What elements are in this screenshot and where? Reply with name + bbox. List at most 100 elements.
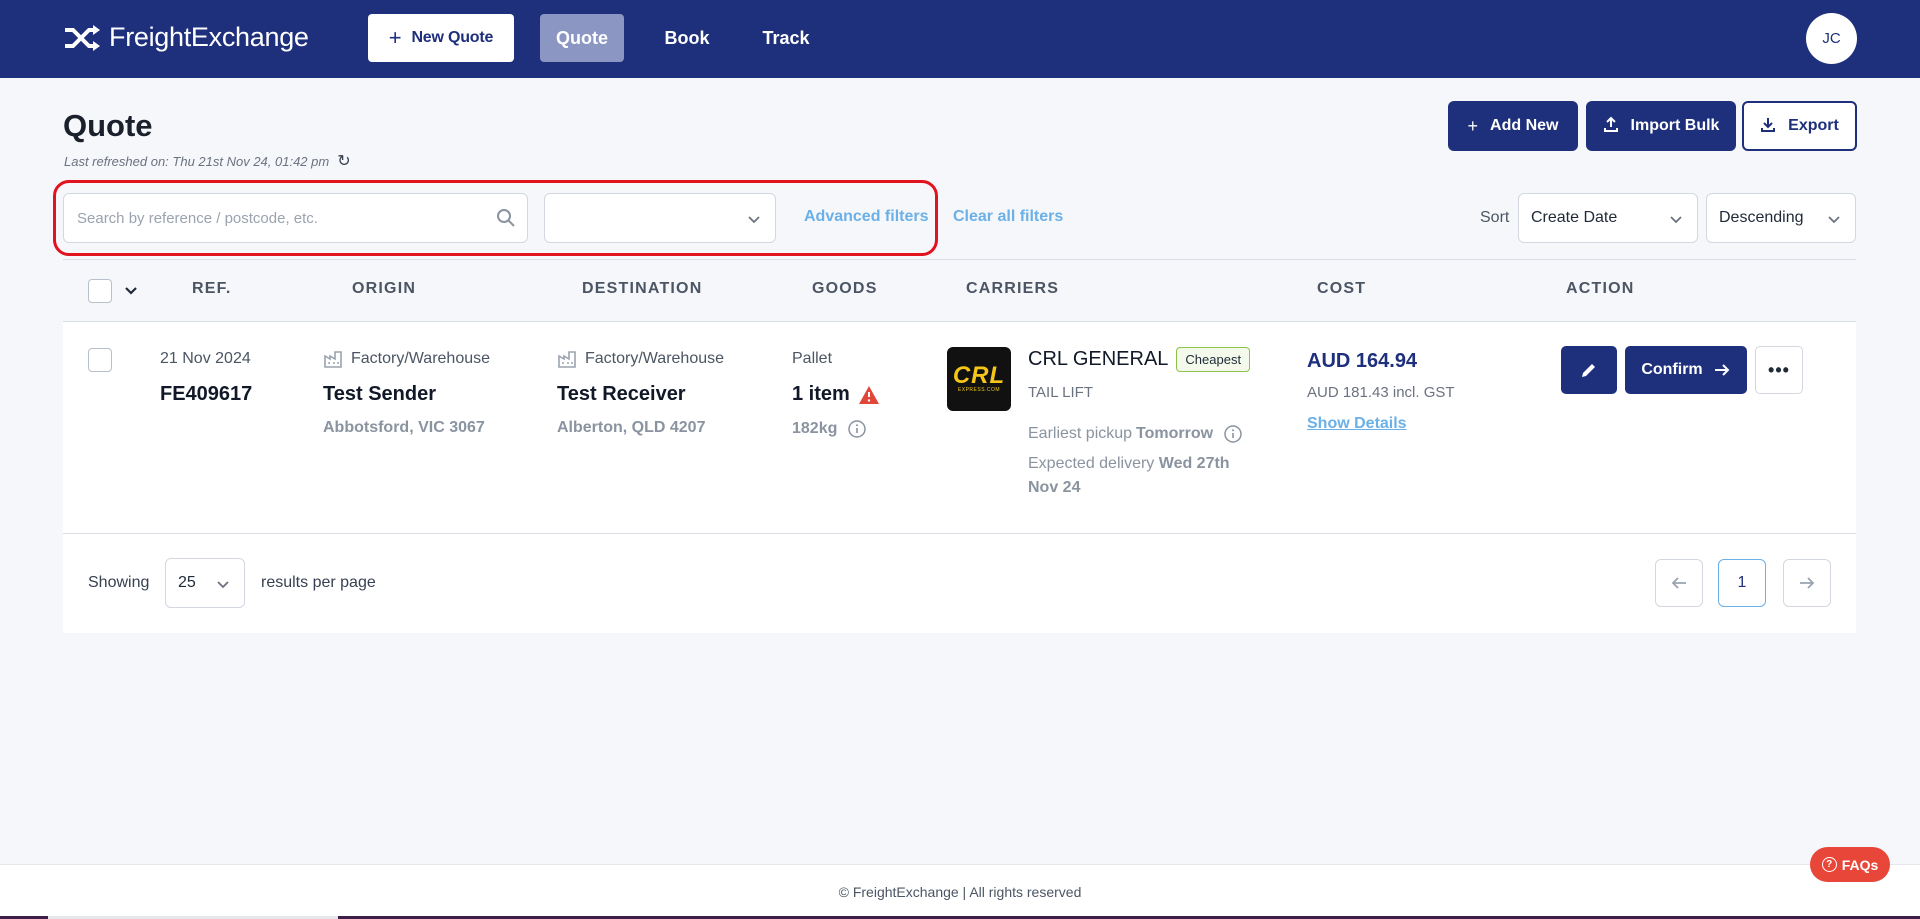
export-label: Export: [1788, 117, 1839, 134]
chevron-down-icon: [217, 581, 229, 589]
origin-name: Test Sender: [323, 383, 436, 405]
faqs-label: FAQs: [1841, 856, 1879, 873]
arrow-right-icon: [1800, 577, 1815, 589]
search-input[interactable]: [64, 194, 464, 242]
column-ref[interactable]: REF.: [192, 280, 231, 298]
tab-book[interactable]: Book: [645, 14, 729, 62]
goods-items: 1 item: [792, 383, 880, 406]
cost-price: AUD 164.94: [1307, 350, 1418, 372]
search-icon[interactable]: [495, 207, 517, 229]
earliest-pickup-label: Earliest pickup: [1028, 425, 1133, 442]
goods-weight: 182kg: [792, 419, 867, 439]
import-bulk-button[interactable]: Import Bulk: [1586, 101, 1736, 151]
chevron-down-icon: [1828, 216, 1840, 224]
prev-page-button[interactable]: [1655, 559, 1703, 607]
tab-quote[interactable]: Quote: [540, 14, 624, 62]
sort-by-select[interactable]: Create Date: [1518, 193, 1698, 243]
confirm-button[interactable]: Confirm: [1625, 346, 1747, 394]
carrier-logo: CRL EXPRESS.COM: [947, 347, 1011, 411]
per-page-suffix: results per page: [261, 574, 376, 591]
column-goods: GOODS: [812, 280, 878, 297]
sort-by-value: Create Date: [1531, 209, 1618, 226]
arrow-left-icon: [1671, 577, 1686, 589]
top-navbar: FreightExchange + New Quote Quote Book T…: [0, 0, 1920, 78]
refresh-icon[interactable]: ↻: [337, 151, 350, 171]
per-page-select[interactable]: 25: [165, 558, 245, 608]
page-1-button[interactable]: 1: [1718, 559, 1766, 607]
sort-label: Sort: [1480, 209, 1510, 226]
chevron-down-icon: [748, 216, 760, 224]
expected-delivery: Expected delivery Wed 27th Nov 24: [1028, 452, 1230, 500]
destination-type: Factory/Warehouse: [557, 349, 724, 369]
copyright-text: © FreightExchange | All rights reserved: [838, 884, 1082, 900]
table-row: 21 Nov 2024 FE409617 Factory/Warehouse T…: [63, 322, 1856, 534]
show-details-link[interactable]: Show Details: [1307, 415, 1407, 433]
new-quote-button[interactable]: + New Quote: [368, 14, 514, 62]
expected-delivery-date: Wed 27th: [1158, 455, 1230, 472]
import-bulk-label: Import Bulk: [1630, 117, 1720, 134]
origin-location: Abbotsford, VIC 3067: [323, 419, 485, 436]
goods-weight-value: 182kg: [792, 420, 838, 437]
help-icon: ?: [1821, 857, 1837, 872]
destination-name: Test Receiver: [557, 383, 686, 405]
per-page-value: 25: [178, 574, 196, 591]
export-button[interactable]: Export: [1742, 101, 1857, 151]
sort-order-value: Descending: [1719, 209, 1804, 226]
new-quote-label: New Quote: [411, 29, 494, 46]
tab-track[interactable]: Track: [744, 14, 828, 62]
pencil-icon: [1582, 364, 1595, 377]
destination-location: Alberton, QLD 4207: [557, 419, 706, 436]
factory-icon: [324, 351, 342, 368]
search-field[interactable]: [63, 193, 528, 243]
goods-items-count: 1 item: [792, 383, 850, 405]
info-icon[interactable]: [1223, 424, 1243, 444]
user-avatar[interactable]: JC: [1806, 13, 1857, 64]
row-checkbox[interactable]: [88, 348, 112, 372]
download-icon: [1760, 116, 1776, 137]
more-options-button[interactable]: •••: [1755, 346, 1803, 394]
next-page-button[interactable]: [1783, 559, 1831, 607]
last-refreshed-text: Last refreshed on: Thu 21st Nov 24, 01:4…: [64, 153, 330, 169]
expected-delivery-year: Nov 24: [1028, 479, 1081, 496]
chevron-down-icon[interactable]: [124, 284, 138, 298]
showing-label: Showing: [88, 574, 150, 591]
row-reference[interactable]: FE409617: [160, 383, 252, 406]
earliest-pickup: Earliest pickup Tomorrow: [1028, 424, 1243, 444]
plus-icon: +: [388, 25, 402, 50]
chevron-down-icon: [1670, 216, 1682, 224]
shuffle-logo-icon: [65, 24, 100, 51]
add-new-label: Add New: [1490, 117, 1559, 134]
expected-delivery-label: Expected delivery: [1028, 455, 1155, 472]
page-title: Quote: [63, 108, 153, 143]
earliest-pickup-value: Tomorrow: [1136, 425, 1214, 442]
edit-button[interactable]: [1561, 346, 1617, 394]
column-carriers: CARRIERS: [966, 280, 1060, 297]
factory-icon: [558, 351, 576, 368]
advanced-filters-link[interactable]: Advanced filters: [804, 208, 928, 226]
upload-icon: [1603, 116, 1619, 137]
carrier-name-row: CRL GENERAL Cheapest: [1028, 347, 1251, 372]
faqs-button[interactable]: ? FAQs: [1810, 847, 1890, 882]
carrier-name: CRL GENERAL: [1028, 348, 1169, 370]
column-origin: ORIGIN: [352, 280, 417, 297]
carrier-service: TAIL LIFT: [1028, 384, 1094, 401]
info-icon[interactable]: [847, 419, 867, 439]
ellipsis-icon: •••: [1768, 360, 1790, 380]
sort-order-select[interactable]: Descending: [1706, 193, 1856, 243]
table-header: REF. ORIGIN DESTINATION GOODS CARRIERS C…: [63, 259, 1856, 322]
app-name: FreightExchange: [109, 22, 309, 52]
plus-icon: +: [1467, 115, 1479, 136]
add-new-button[interactable]: + Add New: [1448, 101, 1578, 151]
carrier-logo-subtext: EXPRESS.COM: [957, 387, 1001, 393]
app-logo[interactable]: FreightExchange: [63, 22, 309, 53]
warning-icon[interactable]: [858, 385, 880, 405]
column-action: ACTION: [1566, 280, 1635, 297]
select-all-checkbox[interactable]: [88, 279, 112, 303]
origin-type-label: Factory/Warehouse: [351, 350, 491, 367]
confirm-label: Confirm: [1641, 361, 1703, 378]
status-filter-select[interactable]: [544, 193, 776, 243]
cost-incl-gst: AUD 181.43 incl. GST: [1307, 384, 1455, 401]
origin-type: Factory/Warehouse: [323, 349, 490, 369]
carrier-logo-text: CRL: [952, 362, 1006, 389]
clear-filters-link[interactable]: Clear all filters: [953, 208, 1063, 226]
